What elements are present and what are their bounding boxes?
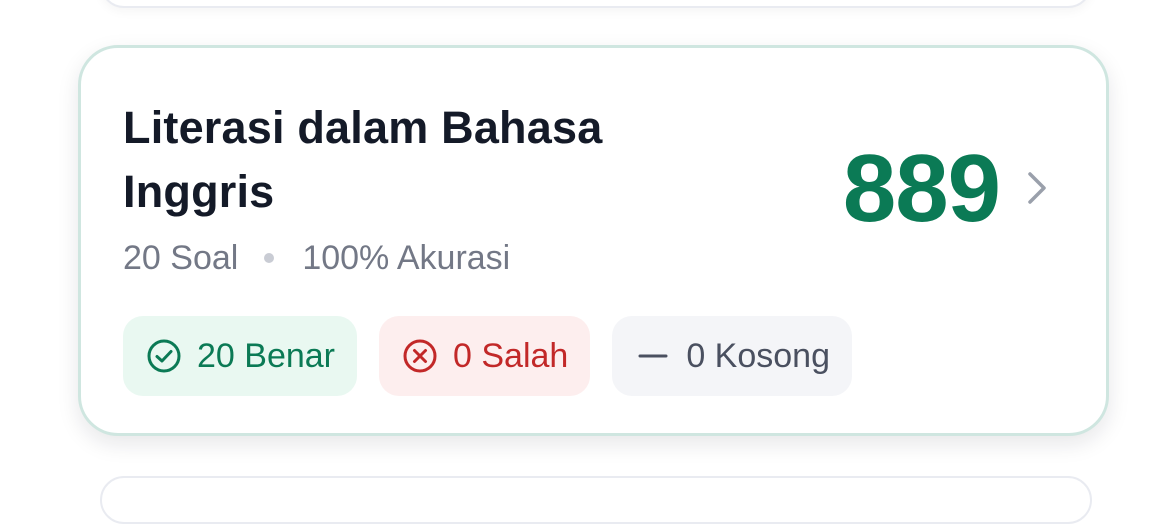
next-result-card[interactable] [100,476,1092,524]
answer-summary: 20 Benar 0 Salah 0 Kosong [123,316,852,396]
subject-result-card[interactable]: Literasi dalam Bahasa Inggris 20 Soal 10… [78,45,1109,436]
empty-badge: 0 Kosong [612,316,852,396]
wrong-badge: 0 Salah [379,316,591,396]
x-circle-icon [401,337,439,375]
check-circle-icon [145,337,183,375]
separator-dot [264,253,275,263]
correct-badge: 20 Benar [123,316,357,396]
accuracy-value: 100% Akurasi [302,238,511,277]
question-count: 20 Soal [123,238,239,277]
chevron-right-icon[interactable] [1022,170,1052,206]
wrong-count: 0 Salah [453,336,569,375]
result-meta: 20 Soal 100% Akurasi [123,236,510,280]
empty-count: 0 Kosong [686,336,830,375]
subject-title: Literasi dalam Bahasa Inggris [123,102,603,217]
dash-icon [634,337,672,375]
previous-result-card[interactable] [100,0,1092,8]
correct-count: 20 Benar [197,336,335,375]
score-value: 889 [842,135,1001,242]
